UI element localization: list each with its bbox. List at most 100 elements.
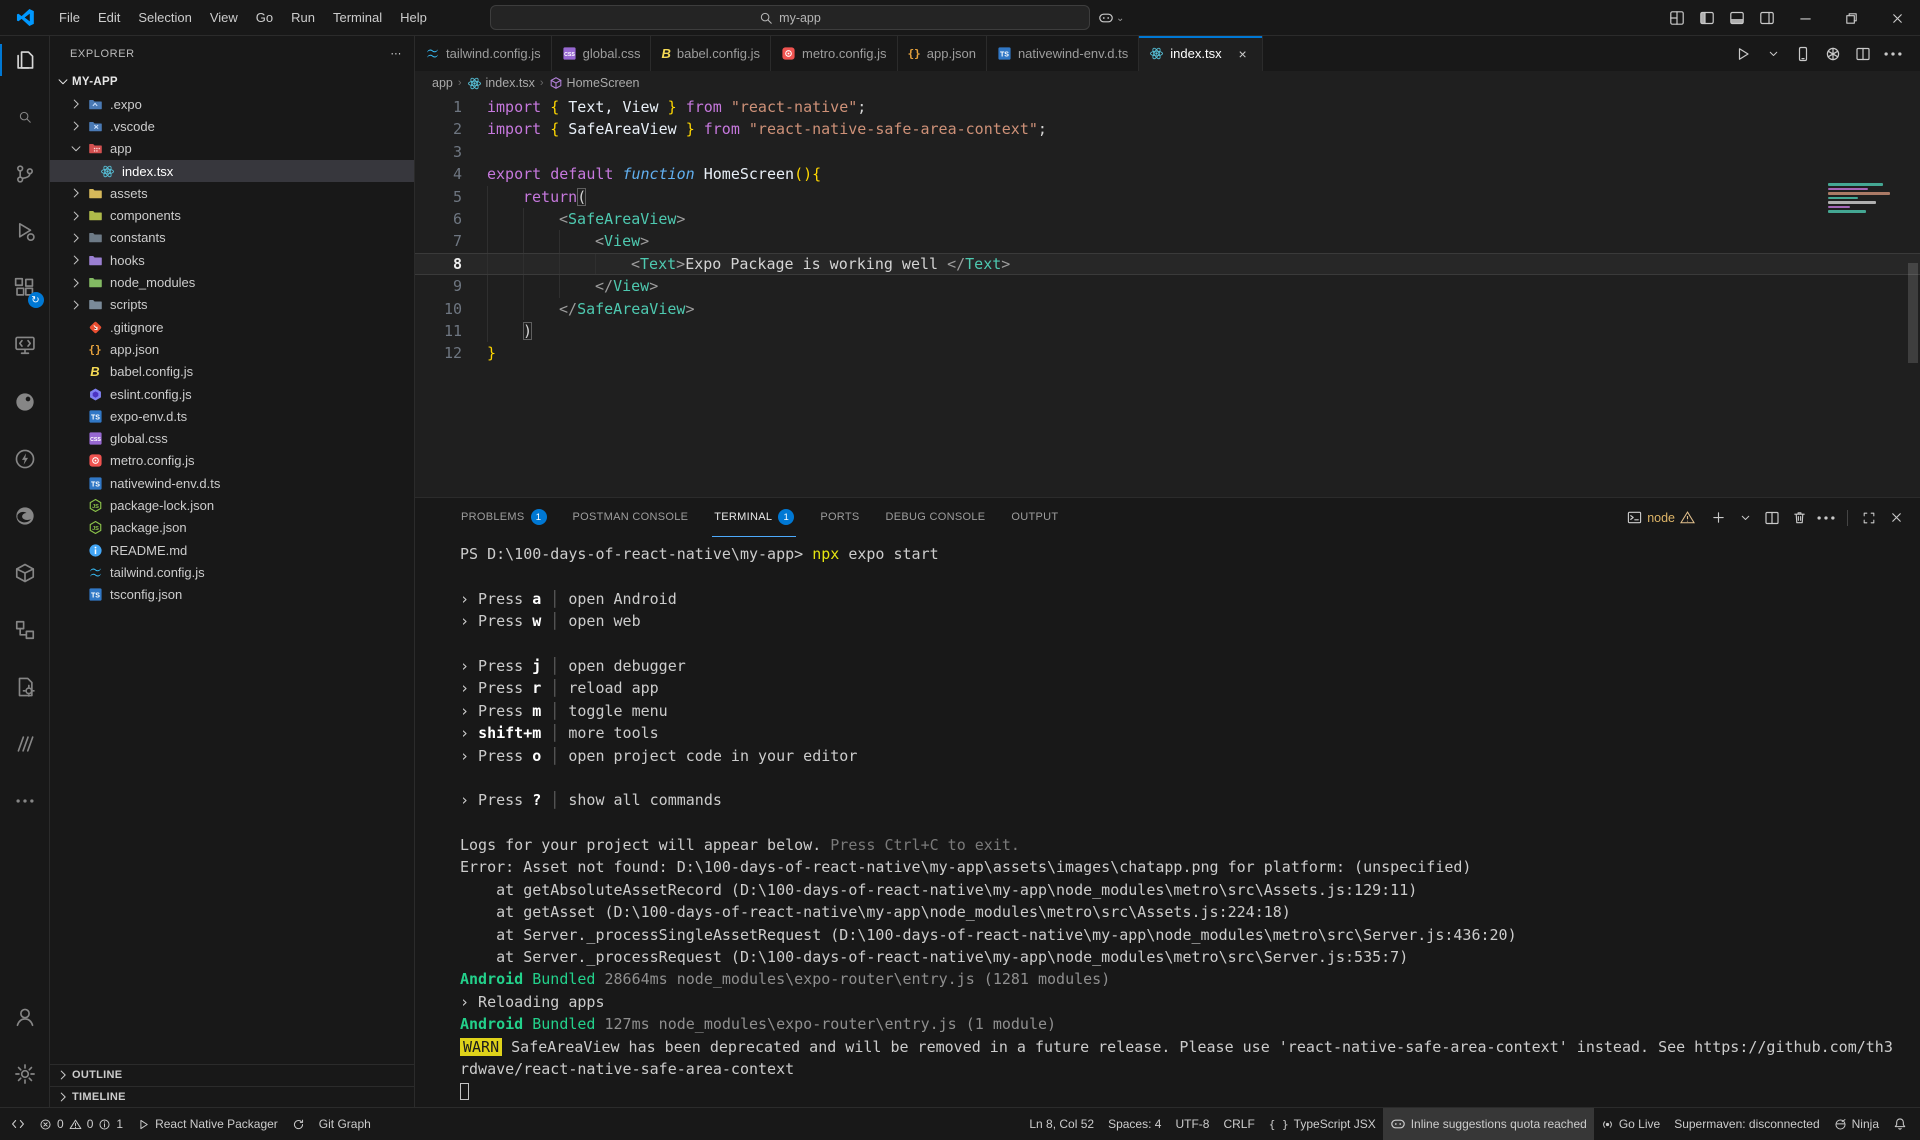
code-line-10[interactable]: 10</SafeAreaView> [415, 298, 1920, 320]
code-line-4[interactable]: 4export default function HomeScreen(){ [415, 163, 1920, 185]
code-line-2[interactable]: 2import { SafeAreaView } from "react-nat… [415, 118, 1920, 140]
tree-item-package-json[interactable]: JSpackage.json [50, 517, 414, 539]
tree-item-assets[interactable]: assets [50, 182, 414, 204]
status-remote-window[interactable] [4, 1108, 32, 1140]
project-root-row[interactable]: MY-APP [50, 71, 414, 93]
close-button[interactable] [1874, 0, 1920, 36]
maximize-panel-icon[interactable] [1857, 503, 1881, 533]
tree-item--vscode[interactable]: .vscode [50, 115, 414, 137]
tree-item-babel-config-js[interactable]: Bbabel.config.js [50, 361, 414, 383]
code-line-9[interactable]: 9</View> [415, 275, 1920, 297]
activity-code-runner[interactable] [0, 663, 50, 711]
search-input[interactable]: my-app [490, 5, 1090, 30]
tab-index-tsx[interactable]: index.tsx× [1139, 36, 1262, 71]
status-go-live[interactable]: Go Live [1594, 1108, 1667, 1140]
tree-item-scripts[interactable]: scripts [50, 294, 414, 316]
status-sync-status[interactable] [285, 1108, 312, 1140]
activity-edge-tools[interactable] [0, 492, 50, 540]
terminal-output[interactable]: PS D:\100-days-of-react-native\my-app> n… [415, 537, 1920, 1107]
activity-containers[interactable] [0, 549, 50, 597]
activity-remote-explorer[interactable] [0, 321, 50, 369]
panel-tab-terminal[interactable]: TERMINAL1 [712, 498, 796, 537]
status-notifications[interactable] [1886, 1108, 1914, 1140]
breadcrumb-index-tsx[interactable]: index.tsx [467, 76, 535, 91]
code-line-6[interactable]: 6<SafeAreaView> [415, 208, 1920, 230]
openai-icon[interactable] [1820, 36, 1846, 72]
more-actions-icon[interactable] [1880, 36, 1906, 72]
tree-item-index-tsx[interactable]: index.tsx [50, 160, 414, 182]
panel-tab-ports[interactable]: PORTS [818, 498, 861, 537]
status-ninja[interactable]: Ninja [1827, 1108, 1886, 1140]
run-dropdown-icon[interactable] [1760, 36, 1786, 72]
terminal-instance-chip[interactable]: node [1627, 510, 1695, 525]
status-indentation[interactable]: Spaces: 4 [1101, 1108, 1168, 1140]
tree-item--expo[interactable]: .expo [50, 93, 414, 115]
status-git-graph[interactable]: Git Graph [312, 1108, 378, 1140]
tab-nativewind-env-d-ts[interactable]: TSnativewind-env.d.ts [987, 36, 1139, 71]
tree-item-components[interactable]: components [50, 204, 414, 226]
tree-item-nativewind-env-d-ts[interactable]: TSnativewind-env.d.ts [50, 472, 414, 494]
code-editor[interactable]: 1import { Text, View } from "react-nativ… [415, 95, 1920, 497]
tree-item-app-json[interactable]: {}app.json [50, 338, 414, 360]
menu-run[interactable]: Run [282, 10, 324, 25]
tree-item-eslint-config-js[interactable]: eslint.config.js [50, 383, 414, 405]
close-panel-icon[interactable] [1884, 503, 1908, 533]
status-eol[interactable]: CRLF [1216, 1108, 1261, 1140]
tree-item-metro-config-js[interactable]: metro.config.js [50, 450, 414, 472]
activity-source-control[interactable] [0, 150, 50, 198]
activity-settings[interactable] [0, 1050, 50, 1098]
panel-more-icon[interactable] [1814, 503, 1838, 533]
activity-explorer[interactable] [0, 36, 50, 84]
new-terminal-icon[interactable] [1706, 503, 1730, 533]
tree-item-global-css[interactable]: CSSglobal.css [50, 427, 414, 449]
tab-metro-config-js[interactable]: metro.config.js [771, 36, 898, 71]
section-timeline[interactable]: TIMELINE [50, 1086, 414, 1108]
customize-layout-icon[interactable] [1662, 0, 1692, 36]
status-language-mode[interactable]: { }TypeScript JSX [1262, 1108, 1383, 1140]
menu-terminal[interactable]: Terminal [324, 10, 391, 25]
tree-item-constants[interactable]: constants [50, 227, 414, 249]
menu-file[interactable]: File [50, 10, 89, 25]
run-button[interactable] [1730, 36, 1756, 72]
breadcrumb-app[interactable]: app [432, 76, 453, 90]
activity-extensions[interactable]: ↻ [0, 264, 50, 312]
panel-tab-problems[interactable]: PROBLEMS1 [459, 498, 549, 537]
menu-view[interactable]: View [201, 10, 247, 25]
activity-more[interactable] [0, 777, 50, 825]
tab-app-json[interactable]: {}app.json [898, 36, 987, 71]
tree-item-hooks[interactable]: hooks [50, 249, 414, 271]
menu-go[interactable]: Go [247, 10, 282, 25]
status-problems-summary[interactable]: 001 [32, 1108, 130, 1140]
toggle-panel-icon[interactable] [1722, 0, 1752, 36]
status-encoding[interactable]: UTF-8 [1168, 1108, 1216, 1140]
status-supermaven-status[interactable]: Supermaven: disconnected [1667, 1108, 1826, 1140]
split-terminal-icon[interactable] [1760, 503, 1784, 533]
activity-run-and-debug[interactable] [0, 207, 50, 255]
run-on-device-icon[interactable] [1790, 36, 1816, 72]
tree-item-readme-md[interactable]: README.md [50, 539, 414, 561]
menu-selection[interactable]: Selection [129, 10, 200, 25]
panel-tab-output[interactable]: OUTPUT [1009, 498, 1060, 537]
code-line-8[interactable]: 8<Text>Expo Package is working well </Te… [415, 253, 1920, 275]
minimize-button[interactable] [1782, 0, 1828, 36]
code-line-5[interactable]: 5return( [415, 186, 1920, 208]
terminal-dropdown-icon[interactable] [1733, 503, 1757, 533]
code-line-7[interactable]: 7<View> [415, 230, 1920, 252]
copilot-menu[interactable]: ⌄ [1098, 0, 1124, 36]
tree-item-tailwind-config-js[interactable]: tailwind.config.js [50, 561, 414, 583]
tree-item-package-lock-json[interactable]: JSpackage-lock.json [50, 494, 414, 516]
activity-postman[interactable] [0, 378, 50, 426]
code-line-1[interactable]: 1import { Text, View } from "react-nativ… [415, 96, 1920, 118]
section-outline[interactable]: OUTLINE [50, 1064, 414, 1086]
status-react-native-packager[interactable]: React Native Packager [130, 1108, 285, 1140]
tree-item-node-modules[interactable]: node_modules [50, 271, 414, 293]
breadcrumb-homescreen[interactable]: HomeScreen [549, 76, 640, 90]
tab-tailwind-config-js[interactable]: tailwind.config.js [415, 36, 552, 71]
status-copilot-quota[interactable]: Inline suggestions quota reached [1383, 1108, 1594, 1140]
tree-item--gitignore[interactable]: .gitignore [50, 316, 414, 338]
panel-tab-postman-console[interactable]: POSTMAN CONSOLE [571, 498, 691, 537]
close-tab-icon[interactable]: × [1234, 46, 1252, 62]
explorer-more-actions[interactable]: ⋯ [390, 47, 402, 60]
activity-thunder-client[interactable] [0, 435, 50, 483]
toggle-primary-sidebar-icon[interactable] [1692, 0, 1722, 36]
